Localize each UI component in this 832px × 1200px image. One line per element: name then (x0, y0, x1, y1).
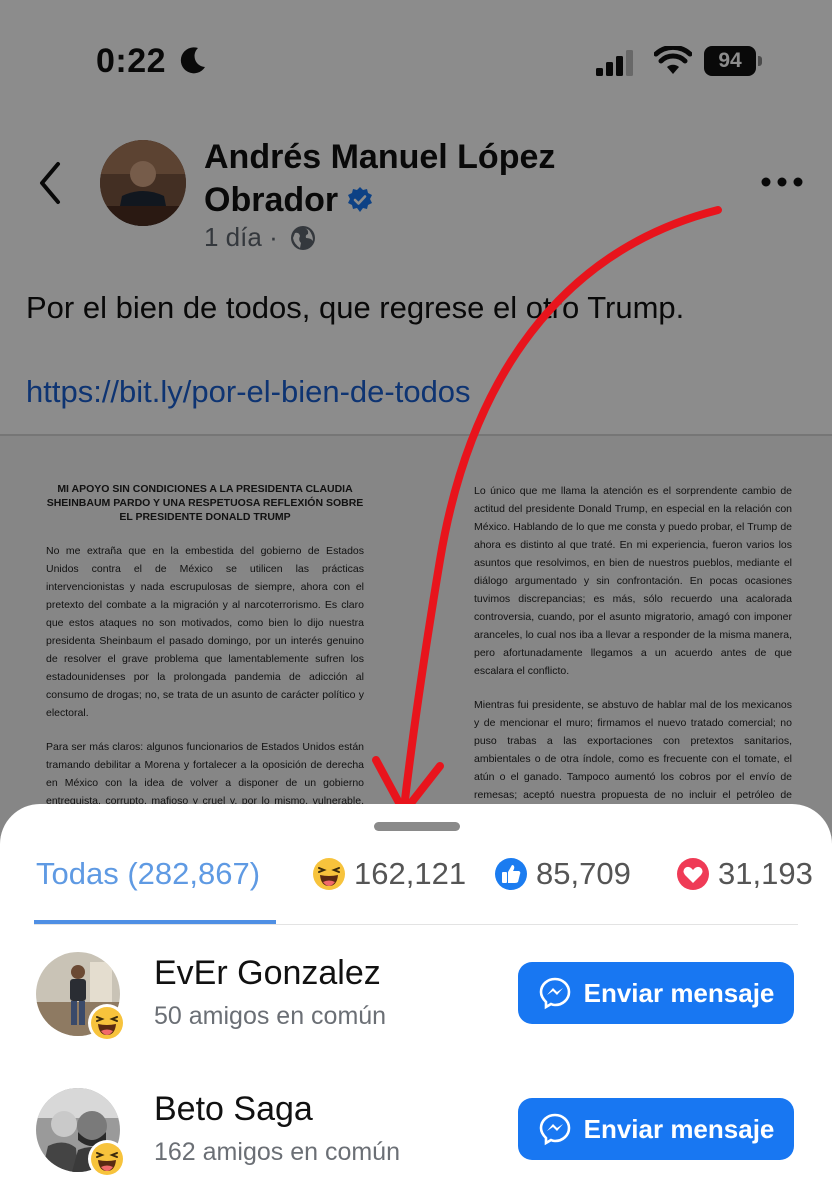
messenger-icon (539, 1113, 570, 1146)
tab-haha[interactable]: 162,121 (312, 856, 466, 892)
list-item[interactable]: Beto Saga 162 amigos en común Enviar men… (0, 1088, 832, 1198)
user-name[interactable]: EvEr Gonzalez (154, 954, 381, 993)
tab-love-count: 31,193 (718, 856, 813, 891)
haha-reaction-badge-icon (88, 1004, 126, 1042)
send-message-label: Enviar mensaje (583, 1113, 775, 1144)
love-reaction-icon (677, 858, 709, 890)
reactions-sheet: Todas (282,867) 162,121 85,709 31,193 Ev… (0, 804, 832, 1200)
tab-all-reactions[interactable]: Todas (282,867) (36, 856, 260, 892)
like-reaction-icon (495, 858, 527, 890)
list-item[interactable]: EvEr Gonzalez 50 amigos en común Enviar … (0, 952, 832, 1062)
post-screen: 0:22 94 Andrés Manuel López Obrador 1 dí… (0, 0, 832, 1200)
sheet-drag-handle[interactable] (374, 822, 460, 831)
tabs-divider (34, 924, 798, 925)
user-name[interactable]: Beto Saga (154, 1090, 313, 1129)
send-message-label: Enviar mensaje (583, 977, 775, 1008)
haha-reaction-icon (313, 858, 345, 890)
mutual-friends: 162 amigos en común (154, 1138, 400, 1166)
haha-reaction-badge-icon (88, 1140, 126, 1178)
tab-haha-count: 162,121 (354, 856, 467, 891)
tab-all-label: Todas (282,867) (36, 856, 261, 891)
tab-like[interactable]: 85,709 (494, 856, 631, 892)
mutual-friends: 50 amigos en común (154, 1002, 387, 1030)
send-message-button[interactable]: Enviar mensaje (518, 962, 794, 1024)
messenger-icon (539, 977, 570, 1010)
tab-like-count: 85,709 (536, 856, 631, 891)
tab-love[interactable]: 31,193 (676, 856, 813, 892)
send-message-button[interactable]: Enviar mensaje (518, 1098, 794, 1160)
reaction-tabs: Todas (282,867) 162,121 85,709 31,193 (0, 856, 832, 906)
